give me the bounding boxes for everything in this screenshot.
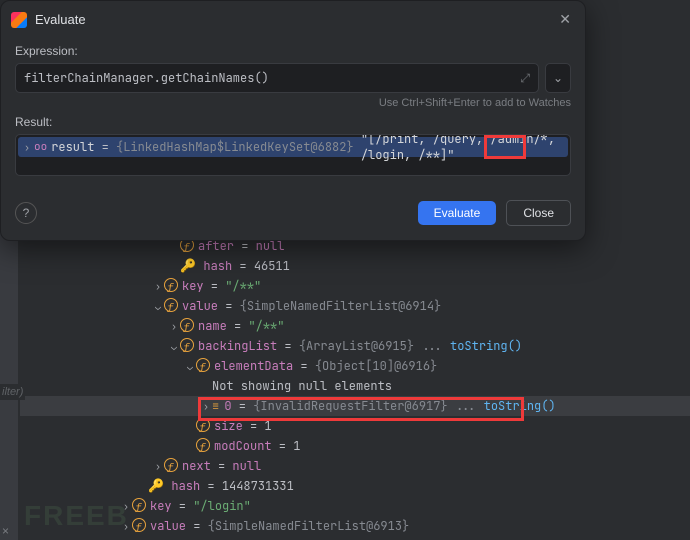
expression-input[interactable]: filterChainManager.getChainNames() ⤢: [15, 63, 539, 93]
field-icon: [196, 358, 210, 372]
tree-toggle-icon[interactable]: ›: [152, 277, 164, 297]
result-label: Result:: [15, 115, 571, 129]
tree-toggle-icon[interactable]: ⌄: [152, 297, 164, 317]
evaluate-button[interactable]: Evaluate: [418, 201, 497, 225]
dialog-title: Evaluate: [35, 12, 555, 27]
close-icon[interactable]: ✕: [555, 9, 575, 30]
chevron-down-icon: ⌄: [553, 71, 563, 85]
panel-close-icon[interactable]: ×: [2, 524, 9, 538]
expression-label: Expression:: [15, 44, 571, 58]
object-icon: oo: [34, 140, 47, 154]
field-icon: [196, 438, 210, 452]
tree-toggle-icon[interactable]: ⌄: [184, 357, 196, 377]
tree-toggle-icon[interactable]: ›: [200, 397, 212, 417]
field-icon: [164, 458, 178, 472]
intellij-logo-icon: [11, 12, 27, 28]
watermark: FREEB: [24, 500, 129, 532]
tree-toggle-icon[interactable]: ›: [168, 317, 180, 337]
tostring-link[interactable]: toString(): [484, 398, 556, 414]
tree-row[interactable]: Not showing null elements: [20, 376, 690, 396]
field-icon: [180, 318, 194, 332]
tree-row[interactable]: ›≡ 0 = {InvalidRequestFilter@6917} ... t…: [20, 396, 690, 416]
tree-toggle-icon[interactable]: ⌄: [168, 337, 180, 357]
tree-row[interactable]: 🔑 hash = 1448731331: [20, 476, 690, 496]
tree-row[interactable]: modCount = 1: [20, 436, 690, 456]
field-icon: [132, 518, 146, 532]
field-icon: [164, 298, 178, 312]
field-icon: [196, 418, 210, 432]
field-icon: [132, 498, 146, 512]
key-icon: 🔑: [148, 477, 164, 494]
result-row[interactable]: › oo result = {LinkedHashMap$LinkedKeySe…: [18, 137, 568, 157]
tree-row[interactable]: size = 1: [20, 416, 690, 436]
field-icon: [180, 338, 194, 352]
evaluate-dialog: Evaluate ✕ Expression: filterChainManage…: [0, 0, 586, 241]
tree-row[interactable]: ⌄elementData = {Object[10]@6916}: [20, 356, 690, 376]
tree-row[interactable]: ⌄value = {SimpleNamedFilterList@6914}: [20, 296, 690, 316]
tree-row[interactable]: ›next = null: [20, 456, 690, 476]
history-dropdown-button[interactable]: ⌄: [545, 63, 571, 93]
expand-icon[interactable]: ⤢: [520, 70, 530, 86]
help-icon[interactable]: ?: [15, 202, 37, 224]
close-button[interactable]: Close: [506, 200, 571, 226]
tostring-link[interactable]: toString(): [450, 338, 522, 354]
tree-row[interactable]: ⌄backingList = {ArrayList@6915} ... toSt…: [20, 336, 690, 356]
result-box: › oo result = {LinkedHashMap$LinkedKeySe…: [15, 134, 571, 176]
field-icon: [164, 278, 178, 292]
array-element-icon: ≡: [212, 398, 217, 414]
filter-label-fragment: ilter): [0, 384, 25, 400]
key-icon: 🔑: [180, 257, 196, 274]
expand-arrow-icon[interactable]: ›: [24, 141, 30, 154]
tree-row[interactable]: ›key = "/**": [20, 276, 690, 296]
tree-row[interactable]: 🔑 hash = 46511: [20, 256, 690, 276]
tree-row[interactable]: ›name = "/**": [20, 316, 690, 336]
shortcut-hint: Use Ctrl+Shift+Enter to add to Watches: [15, 97, 571, 109]
tree-toggle-icon[interactable]: ›: [152, 457, 164, 477]
